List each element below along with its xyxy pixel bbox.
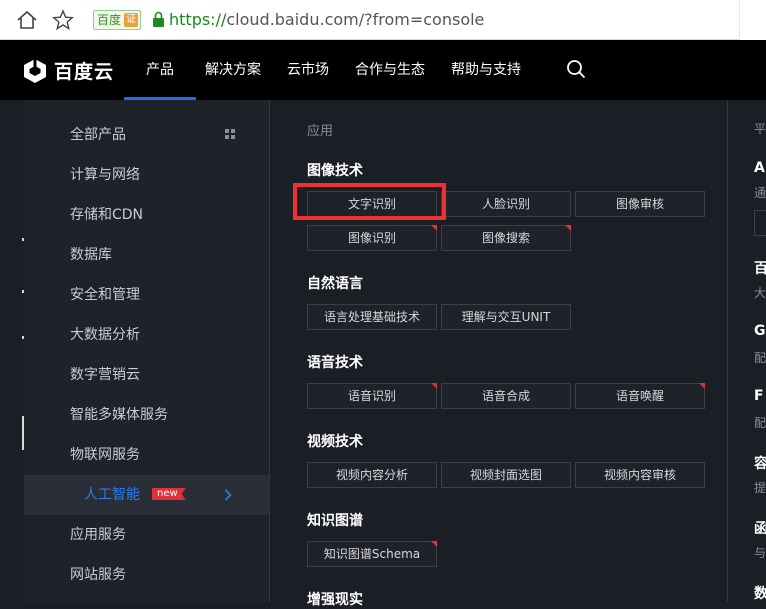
site-identity-badge[interactable]: 百度 证	[93, 10, 142, 30]
platform-column: 平 Ap 通 百 大 G 配 F 配 容 提 函 与 数	[728, 100, 766, 602]
top-navigation: 百度云 产品 解决方案 云市场 合作与生态 帮助与支持	[0, 40, 766, 100]
chip-speech-wakeup[interactable]: 语音唤醒	[575, 383, 705, 409]
nav-solutions[interactable]: 解决方案	[205, 40, 261, 100]
chip-ocr[interactable]: 文字识别	[307, 191, 437, 217]
sidebar-item-big-data[interactable]: 大数据分析	[24, 315, 270, 355]
product-category-sidebar: 全部产品 计算与网络 存储和CDN 数据库 安全和管理 大数据分析 数字营销云 …	[24, 100, 270, 602]
sidebar-item-digital-marketing[interactable]: 数字营销云	[24, 355, 270, 395]
nav-partners[interactable]: 合作与生态	[355, 40, 425, 100]
platform-item-title[interactable]: 数	[754, 583, 766, 602]
sidebar-item-label: 物联网服务	[70, 447, 140, 463]
section-title-speech: 语音技术	[307, 355, 363, 371]
chip-image-recognition[interactable]: 图像识别	[307, 225, 437, 251]
platform-item-desc: 配	[754, 351, 766, 365]
column-label: 应用	[307, 124, 334, 139]
sidebar-item-ai[interactable]: 人工智能 new	[24, 475, 270, 515]
sidebar-item-label: 数据库	[70, 247, 112, 263]
sidebar-item-security[interactable]: 安全和管理	[24, 275, 270, 315]
platform-item-title[interactable]: Ap	[754, 160, 766, 176]
browser-address-bar: 百度 证 https://cloud.baidu.com/?from=conso…	[0, 0, 766, 40]
chip-speech-synthesis[interactable]: 语音合成	[441, 383, 571, 409]
sidebar-item-compute-network[interactable]: 计算与网络	[24, 155, 270, 195]
chip-video-cover[interactable]: 视频封面选图	[441, 462, 571, 488]
platform-item-desc: 与	[754, 546, 766, 560]
platform-item-title[interactable]: G	[754, 323, 766, 339]
sidebar-item-app-services[interactable]: 应用服务	[24, 515, 270, 555]
chip-image-moderation[interactable]: 图像审核	[575, 191, 705, 217]
section-title-video: 视频技术	[307, 434, 363, 450]
chip-image-search[interactable]: 图像搜索	[441, 225, 571, 251]
sidebar-item-label: 数字营销云	[70, 367, 140, 383]
platform-item-title[interactable]: F	[754, 388, 764, 404]
sidebar-item-label: 计算与网络	[70, 167, 140, 183]
nav-products[interactable]: 产品	[124, 40, 196, 100]
sidebar-item-label: 全部产品	[70, 127, 126, 143]
platform-input-box[interactable]	[754, 210, 766, 236]
lock-icon	[153, 11, 164, 27]
chip-nlp-basics[interactable]: 语言处理基础技术	[307, 304, 437, 330]
site-badge-label: 百度	[97, 13, 122, 27]
chevron-right-icon	[224, 489, 232, 501]
sidebar-item-label: 智能多媒体服务	[70, 407, 168, 423]
cert-badge: 证	[124, 13, 139, 27]
platform-item-desc: 提	[754, 481, 766, 495]
sidebar-item-web-services[interactable]: 网站服务	[24, 555, 270, 595]
platform-item-title[interactable]: 容	[754, 453, 766, 473]
browser-chrome-edge	[739, 0, 766, 40]
baidu-cloud-logo[interactable]: 百度云	[22, 57, 114, 84]
nav-help[interactable]: 帮助与支持	[451, 40, 521, 100]
sidebar-item-database[interactable]: 数据库	[24, 235, 270, 275]
platform-column-label: 平	[754, 122, 766, 136]
sidebar-item-label: 存储和CDN	[70, 207, 144, 223]
logo-icon	[24, 57, 46, 83]
url-field[interactable]: https://cloud.baidu.com/?from=console	[169, 10, 484, 30]
chip-video-moderation[interactable]: 视频内容审核	[575, 462, 705, 488]
url-path: cloud.baidu.com/?from=console	[226, 10, 485, 29]
section-title-image: 图像技术	[307, 163, 363, 179]
sidebar-item-multimedia[interactable]: 智能多媒体服务	[24, 395, 270, 435]
logo-text: 百度云	[54, 61, 115, 83]
chip-unit[interactable]: 理解与交互UNIT	[441, 304, 571, 330]
ai-products-panel: 应用 图像技术 文字识别 人脸识别 图像审核 图像识别 图像搜索 自然语言 语言…	[270, 100, 727, 608]
sidebar-item-storage-cdn[interactable]: 存储和CDN	[24, 195, 270, 235]
chip-face-recognition[interactable]: 人脸识别	[441, 191, 571, 217]
sidebar-item-label: 人工智能	[84, 487, 140, 503]
chip-video-analysis[interactable]: 视频内容分析	[307, 462, 437, 488]
section-title-ar: 增强现实	[307, 592, 363, 608]
chip-speech-recognition[interactable]: 语音识别	[307, 383, 437, 409]
sidebar-item-label: 网站服务	[70, 567, 126, 583]
section-title-knowledge-graph: 知识图谱	[307, 513, 363, 529]
platform-item-desc: 大	[754, 286, 766, 300]
chip-kg-schema[interactable]: 知识图谱Schema	[307, 541, 437, 567]
left-edge-strip	[0, 100, 24, 602]
sidebar-item-label: 应用服务	[70, 527, 126, 543]
nav-marketplace[interactable]: 云市场	[287, 40, 329, 100]
section-title-nlp: 自然语言	[307, 276, 363, 292]
sidebar-item-label: 安全和管理	[70, 287, 140, 303]
platform-item-desc: 通	[754, 186, 766, 200]
url-scheme: https://	[169, 10, 227, 29]
platform-item-title[interactable]: 百	[754, 258, 766, 278]
grid-icon[interactable]	[225, 129, 235, 139]
sidebar-item-label: 大数据分析	[70, 327, 140, 343]
sidebar-item-iot[interactable]: 物联网服务	[24, 435, 270, 475]
home-icon[interactable]	[16, 9, 38, 31]
platform-item-desc: 配	[754, 416, 766, 430]
new-badge: new	[152, 488, 186, 500]
search-icon[interactable]	[566, 59, 586, 79]
star-icon[interactable]	[52, 9, 74, 31]
platform-item-title[interactable]: 函	[754, 518, 766, 538]
